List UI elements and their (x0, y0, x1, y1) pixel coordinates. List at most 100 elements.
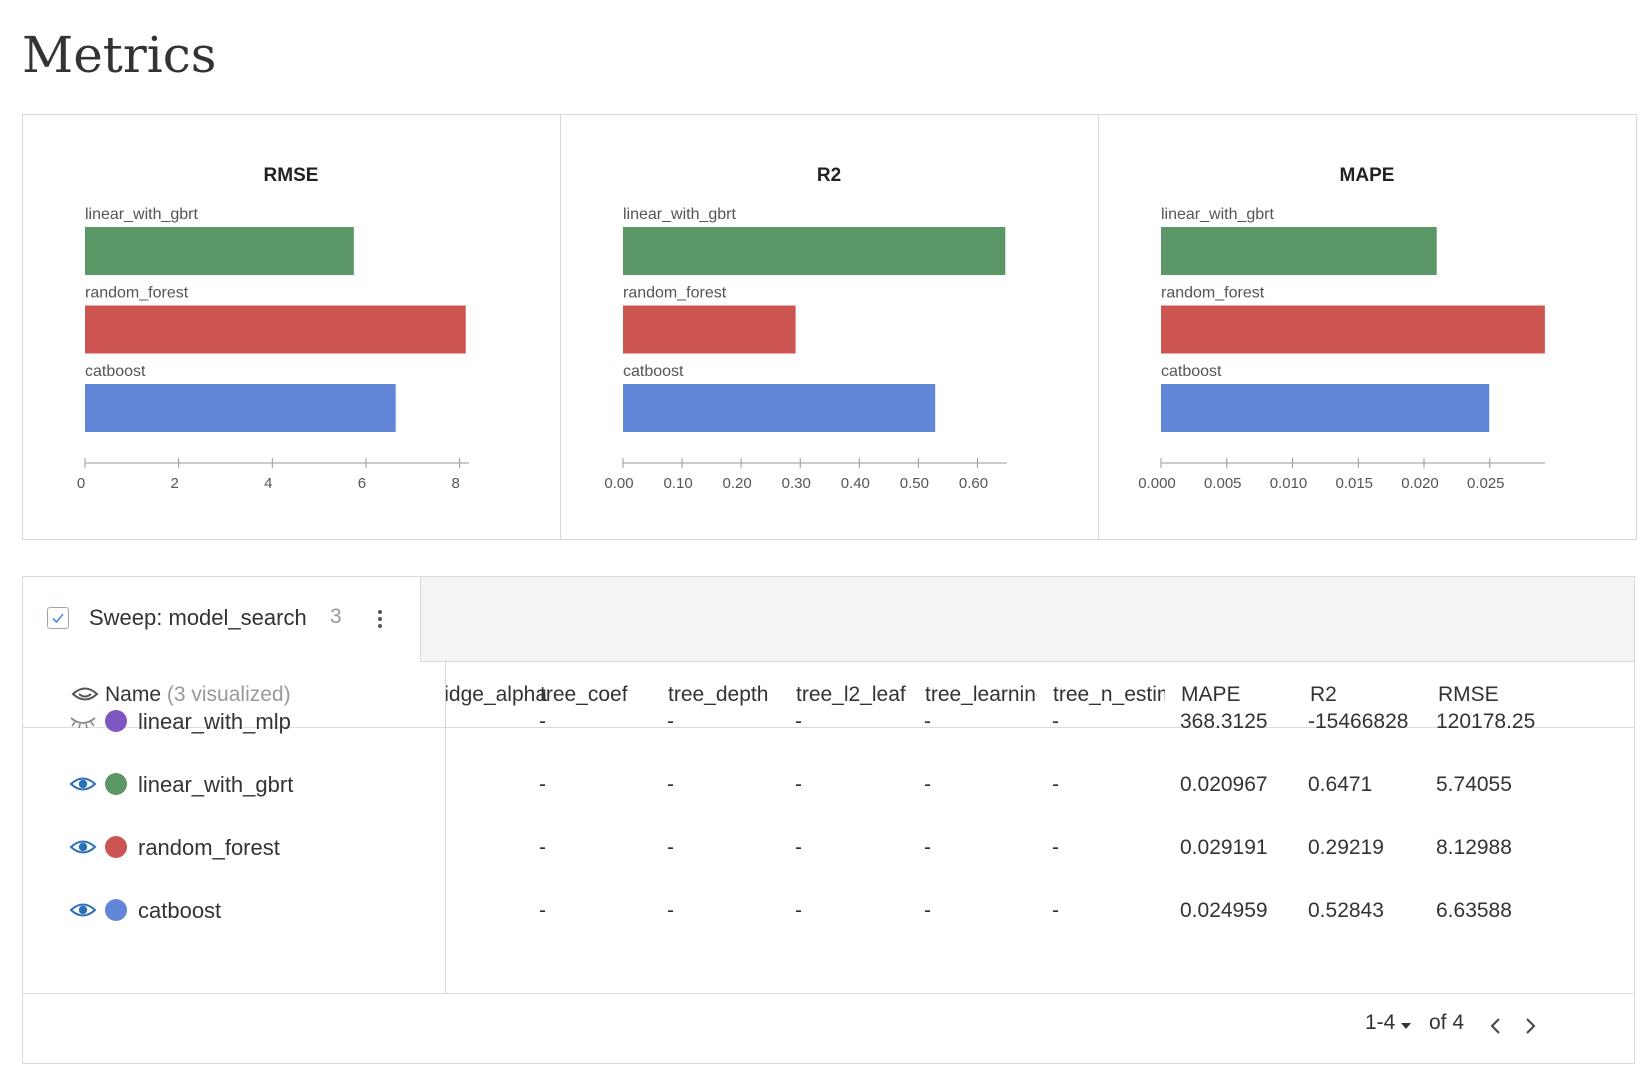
cell-rmse: 6.63588 (1436, 899, 1512, 922)
bar-label: random_forest (623, 285, 727, 302)
page-title: Metrics (22, 26, 217, 84)
x-tick-label: 0.010 (1270, 475, 1308, 492)
sweep-tab[interactable]: Sweep: model_search 3 (23, 577, 421, 662)
run-name[interactable]: random_forest (138, 816, 280, 879)
x-tick-label: 0.020 (1401, 475, 1439, 492)
run-name[interactable]: linear_with_gbrt (138, 753, 293, 816)
run-color-dot[interactable] (105, 710, 127, 732)
bar[interactable] (1161, 305, 1545, 354)
x-tick-label: 0.60 (959, 475, 988, 492)
bar[interactable] (1161, 227, 1437, 275)
cell-tree-l2-leaf: - (795, 710, 802, 733)
cell-tree-depth: - (667, 710, 674, 733)
eye-icon[interactable] (69, 836, 97, 858)
cell-tree-depth: - (667, 836, 674, 859)
sweep-run-count: 3 (330, 605, 342, 628)
bar-label: linear_with_gbrt (85, 206, 199, 223)
runs-table-panel: Sweep: model_search 3 Name (3 visualized… (22, 576, 1635, 1064)
x-tick-label: 6 (358, 475, 366, 492)
cell-rmse: 8.12988 (1436, 836, 1512, 859)
bar[interactable] (623, 384, 936, 432)
cell-tree-learning: - (924, 899, 931, 922)
bar-label: catboost (623, 363, 684, 380)
x-tick-label: 0.40 (841, 475, 870, 492)
page-size-select[interactable]: 1-4 (1365, 1011, 1395, 1035)
cell-tree-coef: - (539, 773, 546, 796)
bar[interactable] (1161, 384, 1490, 432)
x-tick-label: 0.025 (1467, 475, 1505, 492)
r2-bar-chart: R2 linear_with_gbrt random_forest catboost 0… (604, 165, 1007, 492)
x-tick-label: 8 (451, 475, 459, 492)
run-color-dot[interactable] (105, 899, 127, 921)
run-color-dot[interactable] (105, 836, 127, 858)
x-tick-label: 0.000 (1138, 475, 1176, 492)
x-tick-label: 0.30 (782, 475, 811, 492)
cell-r2: 0.29219 (1308, 836, 1384, 859)
cell-tree-learning: - (924, 773, 931, 796)
cell-rmse: 5.74055 (1436, 773, 1512, 796)
chart-title: R2 (817, 165, 841, 186)
x-tick-label: 0 (77, 475, 85, 492)
cell-tree-n-estimators: - (1052, 899, 1059, 922)
sweep-name: Sweep: model_search (89, 605, 307, 630)
x-tick-label: 0.015 (1335, 475, 1373, 492)
bar-label: random_forest (85, 285, 189, 302)
run-color-dot[interactable] (105, 773, 127, 795)
bar-label: random_forest (1161, 285, 1265, 302)
cell-mape: 368.3125 (1180, 710, 1268, 733)
bar[interactable] (85, 384, 396, 432)
page-total: of 4 (1429, 1011, 1465, 1034)
sweep-menu-icon[interactable] (377, 610, 383, 632)
chart-panel-r2[interactable]: R2 linear_with_gbrt random_forest catboost 0… (560, 114, 1099, 540)
bar[interactable] (623, 227, 1006, 275)
table-footer: 1-4 of 4 (23, 993, 1634, 1064)
x-tick-label: 0.10 (663, 475, 692, 492)
cell-tree-coef: - (539, 899, 546, 922)
cell-r2: -15466828 (1308, 710, 1409, 733)
check-icon (52, 613, 64, 624)
cell-r2: 0.6471 (1308, 773, 1373, 796)
chart-title: MAPE (1340, 165, 1395, 186)
bar[interactable] (85, 227, 354, 275)
cell-tree-n-estimators: - (1052, 710, 1059, 733)
bar[interactable] (623, 305, 796, 354)
cell-tree-l2-leaf: - (795, 773, 802, 796)
cell-tree-coef: - (539, 836, 546, 859)
eye-icon[interactable] (69, 773, 97, 795)
x-tick-label: 0.20 (723, 475, 752, 492)
sweep-checkbox[interactable] (47, 607, 69, 629)
cell-mape: 0.024959 (1180, 899, 1268, 922)
chevron-left-icon[interactable] (1489, 1016, 1503, 1036)
cell-tree-n-estimators: - (1052, 773, 1059, 796)
bar-label: catboost (85, 363, 146, 380)
table-row[interactable]: linear_with_mlp - - - - - 368.3125 -1546… (23, 690, 1634, 753)
bar-label: linear_with_gbrt (623, 206, 737, 223)
cell-tree-l2-leaf: - (795, 899, 802, 922)
cell-mape: 0.020967 (1180, 773, 1268, 796)
chart-panel-rmse[interactable]: RMSE linear_with_gbrt random_forest catboos… (22, 114, 561, 540)
run-name[interactable]: catboost (138, 879, 221, 942)
table-row[interactable]: linear_with_gbrt - - - - - 0.020967 0.64… (23, 753, 1634, 816)
cell-tree-learning: - (924, 710, 931, 733)
bar-label: catboost (1161, 363, 1222, 380)
cell-rmse: 120178.25 (1436, 710, 1536, 733)
cell-tree-coef: - (539, 710, 546, 733)
x-tick-label: 0.50 (900, 475, 929, 492)
run-name[interactable]: linear_with_mlp (138, 690, 291, 753)
chart-panel-mape[interactable]: MAPE linear_with_gbrt random_forestcatboos… (1098, 114, 1637, 540)
cell-tree-n-estimators: - (1052, 836, 1059, 859)
table-row[interactable]: catboost - - - - - 0.024959 0.52843 6.63… (23, 879, 1634, 942)
rmse-bar-chart: RMSE linear_with_gbrt random_forestcatboos… (77, 165, 469, 492)
eye-icon[interactable] (69, 899, 97, 921)
runs-tab-bar: Sweep: model_search 3 (23, 577, 1634, 662)
bar-label: linear_with_gbrt (1161, 206, 1275, 223)
table-row[interactable]: random_forest - - - - - 0.029191 0.29219… (23, 816, 1634, 879)
eye-closed-icon[interactable] (69, 710, 97, 732)
cell-r2: 0.52843 (1308, 899, 1384, 922)
bar[interactable] (85, 305, 466, 354)
cell-tree-depth: - (667, 773, 674, 796)
chevron-right-icon[interactable] (1523, 1016, 1537, 1036)
x-tick-label: 4 (264, 475, 272, 492)
caret-down-icon[interactable] (1401, 1023, 1411, 1029)
cell-tree-learning: - (924, 836, 931, 859)
